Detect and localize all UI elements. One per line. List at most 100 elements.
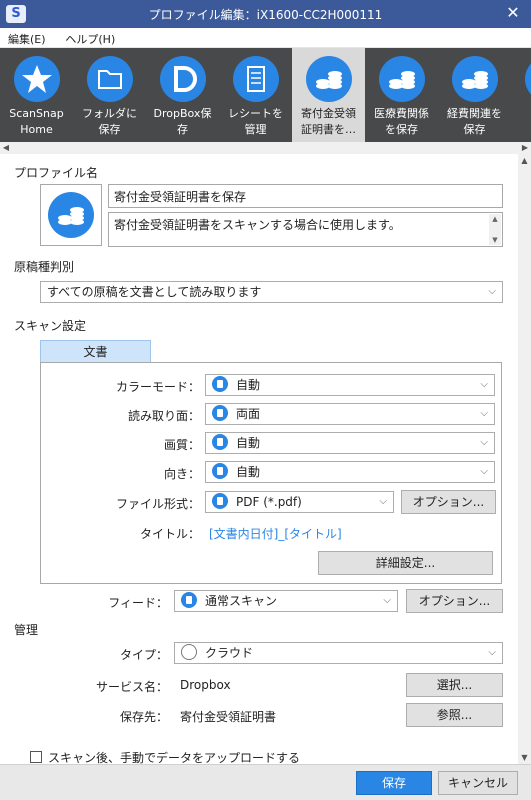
- quality-label: 画質：: [163, 438, 200, 452]
- quality-value: 自動: [236, 436, 261, 450]
- coins-icon: [379, 56, 425, 102]
- scan-side-label: 読み取り面：: [127, 409, 200, 423]
- profile-truncated[interactable]: メ: [511, 48, 531, 142]
- coins-icon: [48, 192, 94, 238]
- profile-label: 寄付金受領 証明書を…: [301, 107, 356, 136]
- scroll-down-icon[interactable]: ▼: [518, 751, 531, 764]
- profile-label: フォルダに 保存: [82, 107, 137, 136]
- chevron-down-icon: ⌵: [480, 437, 488, 448]
- coins-icon: [452, 56, 498, 102]
- type-label: タイプ：: [119, 648, 168, 662]
- star-icon: [14, 56, 60, 102]
- color-auto-icon: [212, 376, 228, 392]
- title-bar: S プロファイル編集：iX1600-CC2H000111 ✕: [0, 0, 531, 28]
- description-scrollbar[interactable]: ▲ ▼: [489, 214, 501, 245]
- color-mode-value: 自動: [236, 378, 261, 392]
- receipt-icon: [233, 56, 279, 102]
- manual-upload-label: スキャン後、手動でデータをアップロードする: [48, 751, 301, 764]
- coins-icon: [525, 56, 531, 102]
- feed-option-button[interactable]: オプション...: [406, 589, 503, 613]
- manual-upload-checkbox[interactable]: [30, 751, 42, 763]
- profile-receipt[interactable]: レシートを 管理: [219, 48, 292, 142]
- duplex-icon: [212, 405, 228, 421]
- scroll-up-icon[interactable]: ▲: [489, 214, 501, 224]
- menu-edit[interactable]: 編集(E): [0, 28, 54, 50]
- profile-label: 経費関連を 保存: [447, 107, 502, 136]
- detail-settings-button[interactable]: 詳細設定...: [318, 551, 493, 575]
- chevron-down-icon: ⌵: [488, 286, 496, 297]
- service-name-value: Dropbox: [180, 678, 231, 692]
- save-to-label: 保存先：: [119, 710, 168, 724]
- quality-dropdown[interactable]: 自動 ⌵: [205, 432, 495, 454]
- feed-value: 通常スキャン: [205, 594, 278, 608]
- chevron-down-icon: ⌵: [383, 595, 391, 606]
- cancel-button[interactable]: キャンセル: [438, 771, 518, 795]
- coins-icon: [306, 56, 352, 102]
- file-format-label: ファイル形式：: [115, 497, 200, 511]
- profile-name-input[interactable]: 寄付金受領証明書を保存: [108, 184, 503, 208]
- scan-side-dropdown[interactable]: 両面 ⌵: [205, 403, 495, 425]
- type-dropdown[interactable]: クラウド ⌵: [174, 642, 503, 664]
- scroll-left-icon[interactable]: ◀: [0, 142, 12, 154]
- profile-donation-receipt[interactable]: 寄付金受領 証明書を…: [292, 48, 365, 142]
- profile-icon-picker[interactable]: [40, 184, 102, 246]
- profile-expenses[interactable]: 経費関連を 保存: [438, 48, 511, 142]
- profile-label: ScanSnap Home: [9, 107, 64, 136]
- profile-name-heading: プロファイル名: [14, 166, 99, 180]
- select-service-button[interactable]: 選択...: [406, 673, 503, 697]
- save-button[interactable]: 保存: [356, 771, 432, 795]
- orientation-dropdown[interactable]: 自動 ⌵: [205, 461, 495, 483]
- feed-dropdown[interactable]: 通常スキャン ⌵: [174, 590, 398, 612]
- toolbar-scrollbar[interactable]: ◀ ▶: [0, 142, 531, 154]
- profile-label: レシートを 管理: [228, 107, 283, 136]
- title-format-link[interactable]: [文書内日付]_[タイトル]: [209, 525, 342, 542]
- profile-dropbox-save[interactable]: DropBox保 存: [146, 48, 219, 142]
- cloud-icon: [181, 644, 197, 660]
- doc-type-heading: 原稿種判別: [14, 260, 75, 274]
- service-name-label: サービス名：: [95, 680, 168, 694]
- scroll-right-icon[interactable]: ▶: [519, 142, 531, 154]
- color-mode-label: カラーモード：: [115, 380, 200, 394]
- chevron-down-icon: ⌵: [480, 408, 488, 419]
- dialog-footer: 保存 キャンセル: [0, 764, 531, 800]
- scroll-up-icon[interactable]: ▲: [518, 154, 531, 167]
- scan-settings-heading: スキャン設定: [14, 319, 87, 333]
- type-value: クラウド: [205, 646, 254, 660]
- tab-document[interactable]: 文書: [40, 340, 151, 363]
- profile-save-folder[interactable]: フォルダに 保存: [73, 48, 146, 142]
- profile-label: DropBox保 存: [153, 107, 212, 136]
- feed-mode-icon: [181, 592, 197, 608]
- file-format-dropdown[interactable]: PDF (*.pdf) ⌵: [205, 491, 394, 513]
- chevron-down-icon: ⌵: [480, 466, 488, 477]
- chevron-down-icon: ⌵: [480, 379, 488, 390]
- orientation-value: 自動: [236, 465, 261, 479]
- management-heading: 管理: [14, 623, 39, 637]
- scan-side-value: 両面: [236, 407, 261, 421]
- feed-label: フィード：: [108, 596, 168, 610]
- close-icon[interactable]: ✕: [503, 3, 523, 23]
- profile-label: メ: [513, 106, 531, 122]
- pdf-icon: [212, 493, 228, 509]
- profile-medical-expenses[interactable]: 医療費関係 を保存: [365, 48, 438, 142]
- folder-icon: [87, 56, 133, 102]
- rotate-auto-icon: [212, 463, 228, 479]
- doc-type-dropdown[interactable]: すべての原稿を文書として読み取ります ⌵: [40, 281, 503, 303]
- profile-label: 医療費関係 を保存: [374, 107, 429, 136]
- browse-button[interactable]: 参照...: [406, 703, 503, 727]
- scroll-down-icon[interactable]: ▼: [489, 235, 501, 245]
- menu-bar: 編集(E) ヘルプ(H): [0, 28, 531, 48]
- file-format-value: PDF (*.pdf): [236, 495, 302, 509]
- dropbox-icon: [160, 56, 206, 102]
- color-mode-dropdown[interactable]: 自動 ⌵: [205, 374, 495, 396]
- orientation-label: 向き：: [163, 467, 200, 481]
- menu-help[interactable]: ヘルプ(H): [57, 28, 123, 50]
- title-label: タイトル：: [139, 527, 200, 541]
- profile-description-input[interactable]: 寄付金受領証明書をスキャンする場合に使用します。 ▲ ▼: [108, 212, 503, 247]
- format-option-button[interactable]: オプション...: [401, 490, 496, 514]
- doc-type-value: すべての原稿を文書として読み取ります: [47, 285, 262, 299]
- profile-scansnap-home[interactable]: ScanSnap Home: [0, 48, 73, 142]
- content-scrollbar[interactable]: ▲ ▼: [518, 154, 531, 764]
- chevron-down-icon: ⌵: [379, 496, 387, 507]
- save-to-value: 寄付金受領証明書: [180, 710, 277, 724]
- profile-toolbar: ScanSnap Home フォルダに 保存 DropBox保 存 レシートを …: [0, 48, 531, 142]
